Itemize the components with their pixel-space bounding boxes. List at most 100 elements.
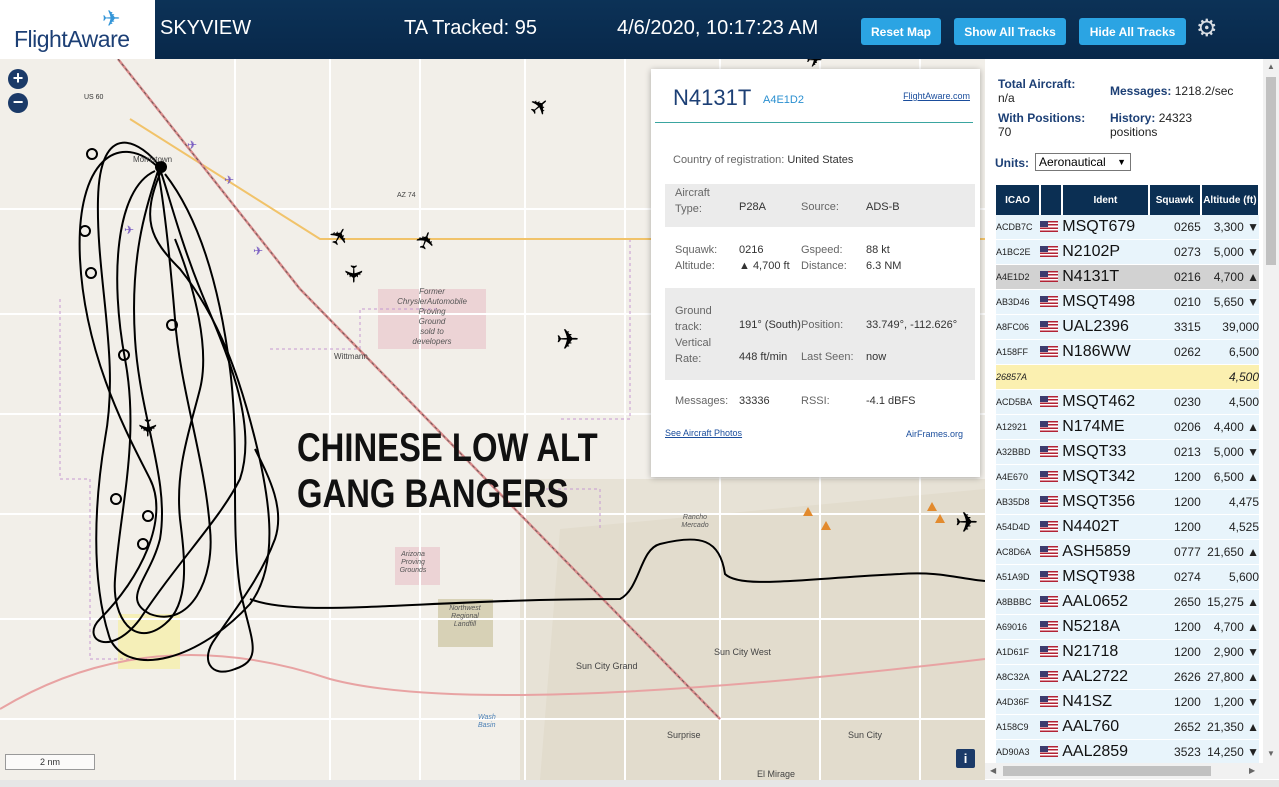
table-row[interactable]: A54D4D N4402T 1200 4,525 <box>996 514 1259 540</box>
table-row[interactable]: A4D36F N41SZ 1200 1,200 ▼ <box>996 689 1259 715</box>
table-row[interactable]: A158C9 AAL760 2652 21,350 ▲ <box>996 714 1259 740</box>
flag-cell <box>1040 239 1063 265</box>
popup-altitude-value: ▲ 4,700 ft <box>739 260 790 272</box>
squawk-cell: 2650 <box>1148 589 1201 615</box>
table-row[interactable]: ACD5BA MSQT462 0230 4,500 <box>996 389 1259 415</box>
table-row[interactable]: A8FC06 UAL2396 3315 39,000 <box>996 314 1259 340</box>
ident-cell: MSQT356 <box>1062 489 1149 515</box>
ident-cell: UAL2396 <box>1062 314 1149 340</box>
table-row[interactable]: AB35D8 MSQT356 1200 4,475 <box>996 489 1259 515</box>
icao-cell: A32BBD <box>996 439 1041 465</box>
chevron-down-icon: ▼ <box>1117 157 1126 167</box>
hide-all-tracks-button[interactable]: Hide All Tracks <box>1079 18 1186 45</box>
flag-cell <box>1040 264 1063 290</box>
table-row[interactable]: 26857A 4,500 <box>996 364 1259 390</box>
flag-cell <box>1040 289 1063 315</box>
popup-gspeed-label: Gspeed: <box>801 244 843 256</box>
table-row[interactable]: A4E670 MSQT342 1200 6,500 ▲ <box>996 464 1259 490</box>
table-row[interactable]: A32BBD MSQT33 0213 5,000 ▼ <box>996 439 1259 465</box>
squawk-cell: 3315 <box>1148 314 1201 340</box>
table-row[interactable]: A8C32A AAL2722 2626 27,800 ▲ <box>996 664 1259 690</box>
us-flag-icon <box>1040 696 1059 708</box>
table-row[interactable]: AC8D6A ASH5859 0777 21,650 ▲ <box>996 539 1259 565</box>
table-horizontal-scrollbar[interactable]: ◀ ▶ <box>985 763 1279 779</box>
table-row[interactable]: AB3D46 MSQT498 0210 5,650 ▼ <box>996 289 1259 315</box>
svg-text:✈: ✈ <box>410 226 443 254</box>
flag-cell <box>1040 689 1063 715</box>
reset-map-button[interactable]: Reset Map <box>861 18 941 45</box>
units-select[interactable]: Aeronautical ▼ <box>1035 153 1131 171</box>
us-flag-icon <box>1040 271 1059 283</box>
table-row[interactable]: AD90A3 AAL2859 3523 14,250 ▼ <box>996 739 1259 765</box>
map-label-az74: AZ 74 <box>397 192 416 199</box>
ident-cell: AAL2722 <box>1062 664 1149 690</box>
scrollbar-thumb[interactable] <box>1266 77 1276 265</box>
table-row[interactable]: A12921 N174ME 0206 4,400 ▲ <box>996 414 1259 440</box>
svg-text:✈: ✈ <box>224 173 234 187</box>
table-row[interactable]: A8BBBC AAL0652 2650 15,275 ▲ <box>996 589 1259 615</box>
svg-text:✈: ✈ <box>253 244 263 258</box>
scroll-left-icon[interactable]: ◀ <box>990 766 996 775</box>
aircraft-photos-link[interactable]: See Aircraft Photos <box>665 428 742 438</box>
ident-cell: N4131T <box>1062 264 1149 290</box>
popup-squawk-label: Squawk: <box>675 244 718 256</box>
icao-cell: AB3D46 <box>996 289 1041 315</box>
icao-cell: A1D61F <box>996 639 1041 665</box>
column-squawk[interactable]: Squawk <box>1148 185 1202 215</box>
scroll-up-icon[interactable]: ▲ <box>1267 62 1275 71</box>
altitude-cell: 5,650 ▼ <box>1200 289 1259 315</box>
us-flag-icon <box>1040 496 1059 508</box>
flightaware-logo[interactable]: ✈ FlightAware <box>0 0 155 59</box>
ident-cell <box>1062 364 1149 390</box>
airframes-link[interactable]: AirFrames.org <box>906 429 963 439</box>
ident-cell: N41SZ <box>1062 689 1149 715</box>
map-label-sun-city-grand: Sun City Grand <box>576 661 638 671</box>
us-flag-icon <box>1040 646 1059 658</box>
popup-distance-label: Distance: <box>801 260 847 272</box>
squawk-cell: 1200 <box>1148 489 1201 515</box>
us-flag-icon <box>1040 421 1059 433</box>
gear-icon[interactable]: ⚙ <box>1196 14 1218 43</box>
popup-flightaware-link[interactable]: FlightAware.com <box>903 91 970 101</box>
table-row[interactable]: A4E1D2 N4131T 0216 4,700 ▲ <box>996 264 1259 290</box>
us-flag-icon <box>1040 746 1059 758</box>
aircraft-table-body: ACDB7C MSQT679 0265 3,300 ▼ A1BC2E N2102P 0273… <box>996 215 1259 765</box>
messages-stat: Messages: 1218.2/sec <box>1110 84 1234 98</box>
popup-hex[interactable]: A4E1D2 <box>763 94 804 106</box>
info-icon[interactable]: i <box>956 749 975 768</box>
column-flag[interactable] <box>1040 185 1064 215</box>
column-icao[interactable]: ICAO <box>996 185 1042 215</box>
table-vertical-scrollbar[interactable]: ▲ ▼ <box>1263 59 1279 767</box>
ident-cell: ASH5859 <box>1062 539 1149 565</box>
column-ident[interactable]: Ident <box>1062 185 1150 215</box>
icao-cell: AB35D8 <box>996 489 1041 515</box>
zoom-out-button[interactable]: − <box>8 93 28 113</box>
popup-source-label: Source: <box>801 201 839 213</box>
app-title: SKYVIEW <box>160 17 252 39</box>
table-row[interactable]: A69016 N5218A 1200 4,700 ▲ <box>996 614 1259 640</box>
zoom-in-button[interactable]: + <box>8 69 28 89</box>
flag-cell <box>1040 564 1063 590</box>
squawk-cell: 1200 <box>1148 689 1201 715</box>
column-altitude[interactable]: Altitude (ft) <box>1200 185 1261 215</box>
table-row[interactable]: A51A9D MSQT938 0274 5,600 <box>996 564 1259 590</box>
horizontal-scrollbar-thumb[interactable] <box>1003 766 1211 776</box>
table-row[interactable]: A158FF N186WW 0262 6,500 <box>996 339 1259 365</box>
logo-text: FlightAware <box>14 26 130 52</box>
show-all-tracks-button[interactable]: Show All Tracks <box>954 18 1066 45</box>
map-label-surprise: Surprise <box>667 730 701 740</box>
ident-cell: MSQT938 <box>1062 564 1149 590</box>
map-label-morristown: Morristown <box>133 155 173 164</box>
table-row[interactable]: A1D61F N21718 1200 2,900 ▼ <box>996 639 1259 665</box>
table-row[interactable]: A1BC2E N2102P 0273 5,000 ▼ <box>996 239 1259 265</box>
popup-type-value: P28A <box>739 201 766 213</box>
us-flag-icon <box>1040 571 1059 583</box>
map-label-sun-city-west: Sun City West <box>714 647 771 657</box>
scroll-right-icon[interactable]: ▶ <box>1249 766 1255 775</box>
flag-cell <box>1040 639 1063 665</box>
map-scale: 2 nm <box>5 754 95 770</box>
flag-cell <box>1040 464 1063 490</box>
icao-cell: A158FF <box>996 339 1041 365</box>
scroll-down-icon[interactable]: ▼ <box>1267 749 1275 758</box>
table-row[interactable]: ACDB7C MSQT679 0265 3,300 ▼ <box>996 215 1259 240</box>
